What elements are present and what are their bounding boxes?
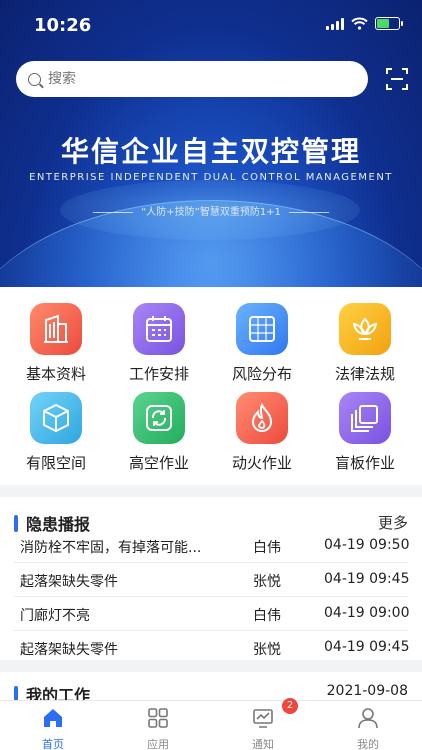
grid-item-label: 有限空间 bbox=[25, 454, 86, 472]
wifi-icon bbox=[351, 17, 368, 30]
grid-item-label: 工作安排 bbox=[128, 365, 189, 383]
table-row[interactable]: 起落架缺失零件 张悦 04-19 09:45 bbox=[0, 631, 422, 660]
scan-icon[interactable] bbox=[386, 68, 408, 90]
home-icon bbox=[44, 709, 62, 727]
banner-slogan: “人防+技防”智慧双重预防1+1 bbox=[0, 203, 422, 218]
recycle-icon bbox=[133, 392, 185, 444]
feature-grid: 基本资料 工作安排 风险分布 法律法规 有限空间 高空作业 动火作业 盲板作业 bbox=[0, 287, 422, 485]
banner: 10:26 华信企业自主双控管理 ENTERPRISE INDEPENDENT … bbox=[0, 0, 422, 287]
grid-item-high-altitude[interactable]: 高空作业 bbox=[109, 392, 209, 473]
hazard-broadcast-card: 隐患播报 更多 消防栓不牢固，有掉落可能... 白伟 04-19 09:50 起… bbox=[0, 497, 422, 660]
grid-item-label: 风险分布 bbox=[231, 365, 292, 383]
grid-item-label: 盲板作业 bbox=[334, 454, 395, 472]
hazard-title: 隐患播报 bbox=[26, 515, 91, 534]
search-icon bbox=[28, 72, 41, 86]
grid-item-label: 法律法规 bbox=[334, 365, 395, 383]
tab-apps[interactable]: 应用 bbox=[123, 707, 193, 750]
tab-profile[interactable]: 我的 bbox=[333, 707, 403, 750]
grid-item-hot-work[interactable]: 动火作业 bbox=[212, 392, 312, 473]
building-icon bbox=[30, 303, 82, 355]
grid-icon bbox=[236, 303, 288, 355]
tab-bar: 首页 应用 通知 我的 bbox=[0, 700, 422, 750]
fire-icon bbox=[236, 392, 288, 444]
my-work-section: 我的工作 2021-09-08 bbox=[0, 672, 422, 700]
grid-item-label: 动火作业 bbox=[231, 454, 292, 472]
more-link[interactable]: 更多 bbox=[378, 512, 408, 533]
grid-item-laws[interactable]: 法律法规 bbox=[315, 303, 415, 384]
banner-subtitle: ENTERPRISE INDEPENDENT DUAL CONTROL MANA… bbox=[29, 172, 393, 183]
search-input[interactable] bbox=[48, 71, 328, 87]
notification-badge: 2 bbox=[282, 698, 298, 714]
monitor-icon bbox=[253, 709, 273, 728]
grid-item-work-schedule[interactable]: 工作安排 bbox=[109, 303, 209, 384]
grid-item-label: 高空作业 bbox=[128, 454, 189, 472]
tab-home[interactable]: 首页 bbox=[18, 707, 88, 750]
section-marker bbox=[14, 685, 18, 700]
grid-item-basic-info[interactable]: 基本资料 bbox=[6, 303, 106, 384]
work-date: 2021-09-08 bbox=[326, 683, 408, 699]
table-row[interactable]: 起落架缺失零件 张悦 04-19 09:45 bbox=[0, 563, 422, 597]
user-icon bbox=[358, 708, 378, 729]
status-time: 10:26 bbox=[34, 15, 92, 36]
calendar-icon bbox=[133, 303, 185, 355]
grid-item-blind-plate[interactable]: 盲板作业 bbox=[315, 392, 415, 473]
status-bar: 10:26 bbox=[0, 0, 422, 52]
layers-icon bbox=[339, 392, 391, 444]
cube-icon bbox=[30, 392, 82, 444]
table-row[interactable]: 门廊灯不亮 白伟 04-19 09:00 bbox=[0, 597, 422, 631]
banner-title: 华信企业自主双控管理 bbox=[60, 135, 361, 168]
section-marker bbox=[14, 514, 18, 532]
grid-item-label: 基本资料 bbox=[25, 365, 86, 383]
table-row[interactable]: 消防栓不牢固，有掉落可能... 白伟 04-19 09:50 bbox=[0, 535, 422, 563]
battery-icon bbox=[375, 17, 403, 30]
signal-icon bbox=[326, 17, 344, 30]
apps-icon bbox=[148, 708, 168, 728]
search-bar[interactable] bbox=[16, 61, 368, 97]
grid-item-risk-distribution[interactable]: 风险分布 bbox=[212, 303, 312, 384]
work-title: 我的工作 bbox=[26, 686, 91, 700]
lotus-icon bbox=[339, 303, 391, 355]
grid-item-confined-space[interactable]: 有限空间 bbox=[6, 392, 106, 473]
